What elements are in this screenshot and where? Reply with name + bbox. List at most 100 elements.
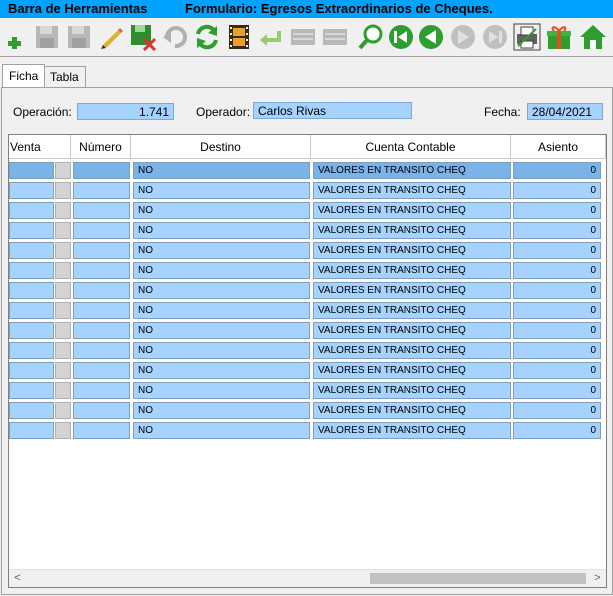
cell-numero[interactable] (73, 302, 130, 319)
cell-selector[interactable] (55, 322, 71, 339)
cell-selector[interactable] (55, 182, 71, 199)
cell-venta[interactable] (9, 402, 54, 419)
cell-destino[interactable]: NO (133, 202, 310, 219)
previous-record-icon[interactable] (416, 22, 446, 52)
tab-ficha[interactable]: Ficha (2, 64, 46, 87)
cell-cuenta-contable[interactable]: VALORES EN TRANSITO CHEQ (313, 362, 511, 379)
cell-cuenta-contable[interactable]: VALORES EN TRANSITO CHEQ (313, 222, 511, 239)
cell-venta[interactable] (9, 202, 54, 219)
cell-destino[interactable]: NO (133, 322, 310, 339)
cell-destino[interactable]: NO (133, 222, 310, 239)
cell-asiento[interactable]: 0 (513, 262, 601, 279)
cell-destino[interactable]: NO (133, 342, 310, 359)
cell-destino[interactable]: NO (133, 402, 310, 419)
table-row[interactable]: NO VALORES EN TRANSITO CHEQ 0 (9, 421, 606, 441)
cell-asiento[interactable]: 0 (513, 182, 601, 199)
table-row[interactable]: NO VALORES EN TRANSITO CHEQ 0 (9, 401, 606, 421)
gift-icon[interactable] (544, 22, 574, 52)
table-row[interactable]: NO VALORES EN TRANSITO CHEQ 0 (9, 321, 606, 341)
refresh-icon[interactable] (192, 22, 222, 52)
cell-venta[interactable] (9, 342, 54, 359)
cell-asiento[interactable]: 0 (513, 402, 601, 419)
cell-venta[interactable] (9, 382, 54, 399)
last-record-disabled-icon[interactable] (480, 22, 510, 52)
first-record-icon[interactable] (386, 22, 416, 52)
cell-venta[interactable] (9, 242, 54, 259)
tab-tabla[interactable]: Tabla (43, 66, 86, 87)
cell-selector[interactable] (55, 282, 71, 299)
cell-destino[interactable]: NO (133, 382, 310, 399)
cell-numero[interactable] (73, 422, 130, 439)
add-icon[interactable] (0, 22, 30, 52)
next-record-disabled-icon[interactable] (448, 22, 478, 52)
cell-venta[interactable] (9, 322, 54, 339)
cell-selector[interactable] (55, 362, 71, 379)
search-icon[interactable] (356, 22, 386, 52)
cell-asiento[interactable]: 0 (513, 222, 601, 239)
table-row[interactable]: NO VALORES EN TRANSITO CHEQ 0 (9, 281, 606, 301)
cell-cuenta-contable[interactable]: VALORES EN TRANSITO CHEQ (313, 322, 511, 339)
cell-venta[interactable] (9, 422, 54, 439)
cell-numero[interactable] (73, 342, 130, 359)
cell-numero[interactable] (73, 222, 130, 239)
list-disabled-icon[interactable] (288, 22, 318, 52)
cell-destino[interactable]: NO (133, 242, 310, 259)
cell-asiento[interactable]: 0 (513, 242, 601, 259)
cell-venta[interactable] (9, 282, 54, 299)
cell-cuenta-contable[interactable]: VALORES EN TRANSITO CHEQ (313, 162, 511, 179)
header-destino[interactable]: Destino (131, 135, 311, 159)
header-numero[interactable]: Número (71, 135, 131, 159)
cell-numero[interactable] (73, 362, 130, 379)
cell-destino[interactable]: NO (133, 362, 310, 379)
cell-cuenta-contable[interactable]: VALORES EN TRANSITO CHEQ (313, 422, 511, 439)
table-row[interactable]: NO VALORES EN TRANSITO CHEQ 0 (9, 341, 606, 361)
save-as-disabled-icon[interactable] (64, 22, 94, 52)
cell-cuenta-contable[interactable]: VALORES EN TRANSITO CHEQ (313, 382, 511, 399)
cell-numero[interactable] (73, 242, 130, 259)
cell-numero[interactable] (73, 162, 130, 179)
cell-selector[interactable] (55, 202, 71, 219)
header-cuenta-contable[interactable]: Cuenta Contable (311, 135, 511, 159)
film-icon[interactable] (224, 22, 254, 52)
table-row[interactable]: NO VALORES EN TRANSITO CHEQ 0 (9, 221, 606, 241)
table-row[interactable]: NO VALORES EN TRANSITO CHEQ 0 (9, 181, 606, 201)
cell-numero[interactable] (73, 402, 130, 419)
edit-pencil-icon[interactable] (96, 22, 126, 52)
cell-asiento[interactable]: 0 (513, 202, 601, 219)
cell-cuenta-contable[interactable]: VALORES EN TRANSITO CHEQ (313, 202, 511, 219)
cell-asiento[interactable]: 0 (513, 322, 601, 339)
scroll-right-icon[interactable]: > (589, 570, 606, 587)
cell-venta[interactable] (9, 262, 54, 279)
cell-selector[interactable] (55, 222, 71, 239)
cell-destino[interactable]: NO (133, 422, 310, 439)
cell-selector[interactable] (55, 162, 71, 179)
cell-numero[interactable] (73, 202, 130, 219)
cell-numero[interactable] (73, 262, 130, 279)
cell-destino[interactable]: NO (133, 162, 310, 179)
cell-venta[interactable] (9, 182, 54, 199)
cell-asiento[interactable]: 0 (513, 382, 601, 399)
cell-venta[interactable] (9, 222, 54, 239)
cheques-grid[interactable]: Venta Número Destino Cuenta Contable Asi… (8, 134, 607, 588)
cell-numero[interactable] (73, 382, 130, 399)
cell-cuenta-contable[interactable]: VALORES EN TRANSITO CHEQ (313, 282, 511, 299)
scroll-left-icon[interactable]: < (9, 570, 26, 587)
horizontal-scrollbar[interactable]: < > (9, 569, 606, 587)
table-row[interactable]: NO VALORES EN TRANSITO CHEQ 0 (9, 361, 606, 381)
cell-selector[interactable] (55, 402, 71, 419)
cell-asiento[interactable]: 0 (513, 162, 601, 179)
fecha-field[interactable]: 28/04/2021 (527, 103, 603, 120)
table-row[interactable]: NO VALORES EN TRANSITO CHEQ 0 (9, 201, 606, 221)
cell-selector[interactable] (55, 422, 71, 439)
cell-destino[interactable]: NO (133, 262, 310, 279)
table-row[interactable]: NO VALORES EN TRANSITO CHEQ 0 (9, 161, 606, 181)
home-icon[interactable] (578, 22, 608, 52)
cell-asiento[interactable]: 0 (513, 282, 601, 299)
cell-selector[interactable] (55, 242, 71, 259)
cell-cuenta-contable[interactable]: VALORES EN TRANSITO CHEQ (313, 242, 511, 259)
undo-disabled-icon[interactable] (160, 22, 190, 52)
cell-selector[interactable] (55, 342, 71, 359)
cell-asiento[interactable]: 0 (513, 422, 601, 439)
scroll-thumb[interactable] (370, 573, 586, 584)
table-row[interactable]: NO VALORES EN TRANSITO CHEQ 0 (9, 261, 606, 281)
